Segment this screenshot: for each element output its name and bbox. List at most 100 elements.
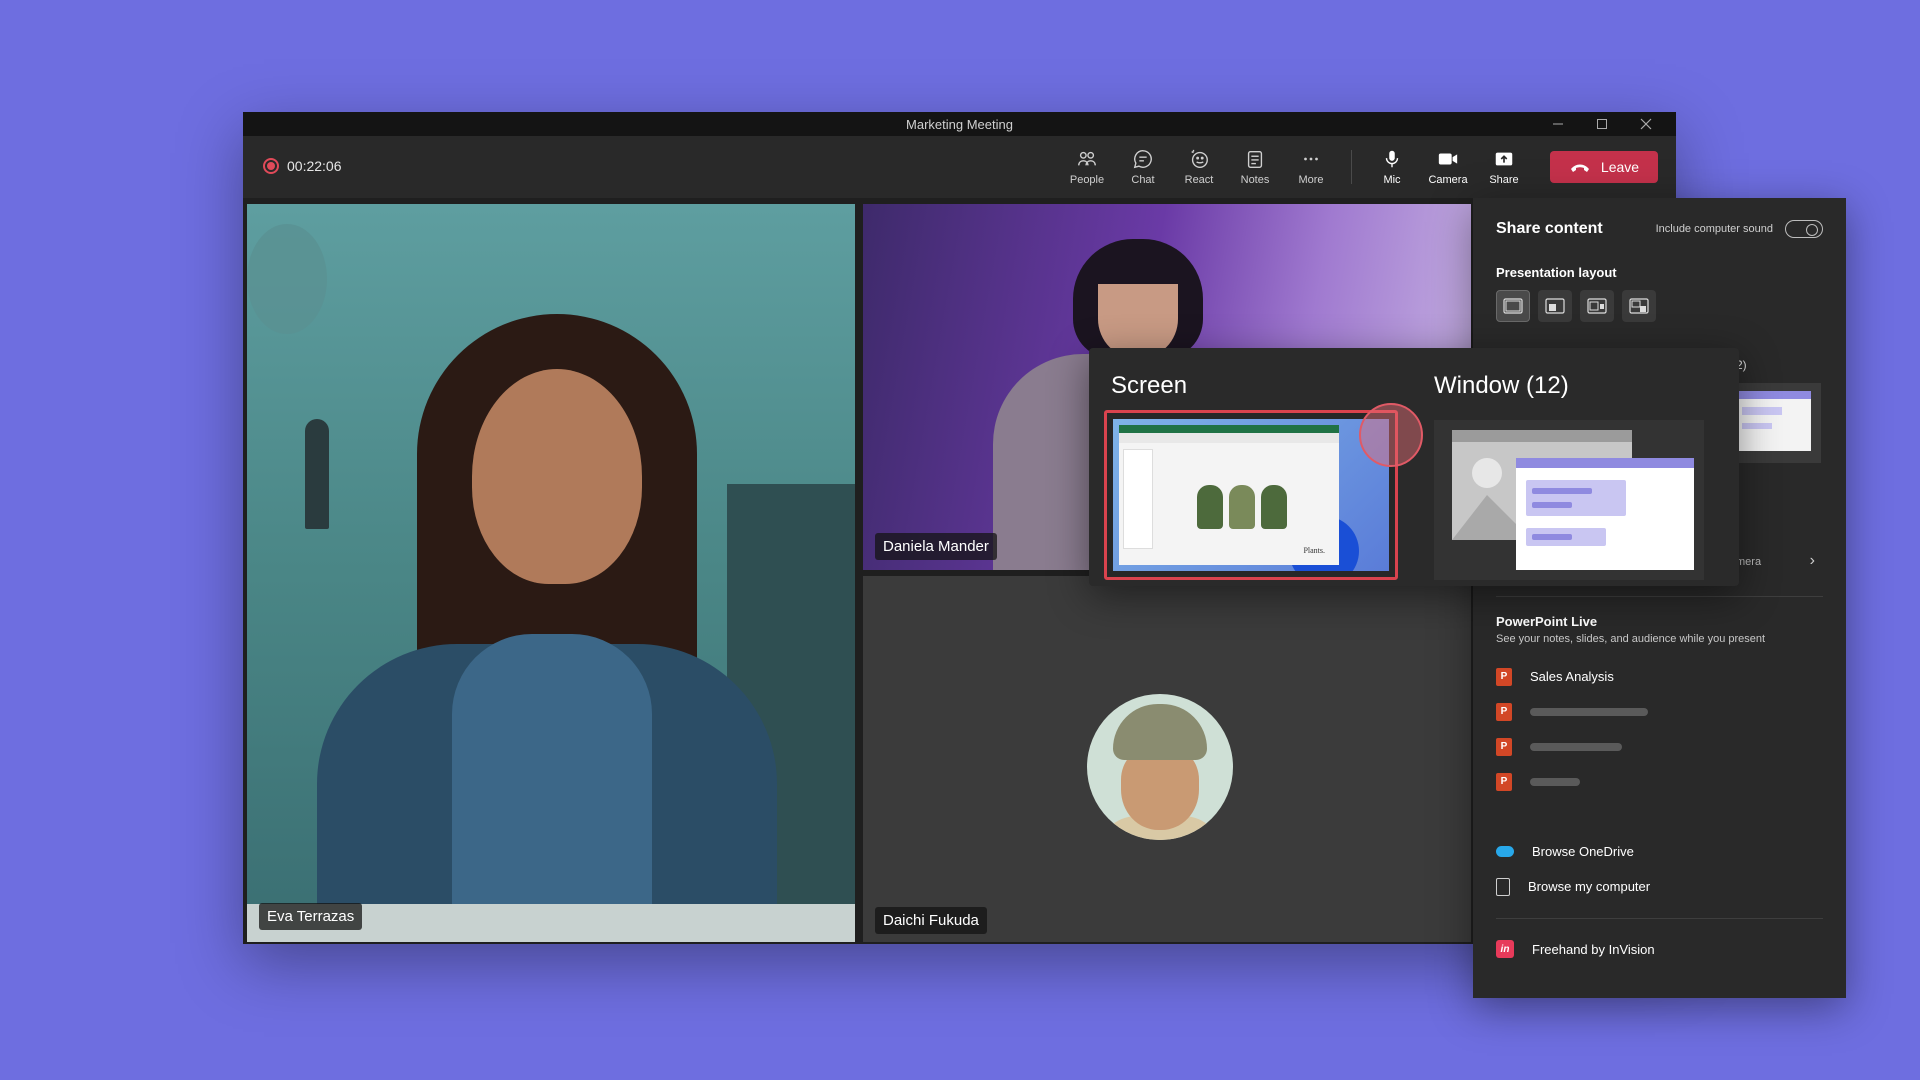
ppt-file-item-placeholder[interactable]: P: [1496, 694, 1823, 729]
mic-button[interactable]: Mic: [1364, 148, 1420, 186]
participant-avatar: [1087, 694, 1233, 840]
screen-section-label: Screen: [1111, 372, 1188, 399]
close-button[interactable]: [1626, 114, 1666, 134]
react-button[interactable]: React: [1171, 148, 1227, 186]
background-clock: [247, 224, 327, 334]
mic-label: Mic: [1383, 174, 1401, 186]
plant-image: [1197, 485, 1223, 529]
share-content-panel: Share content Include computer sound Pre…: [1473, 198, 1846, 998]
layout-side-by-side-icon: [1587, 298, 1607, 314]
maximize-icon: [1597, 119, 1607, 129]
powerpoint-file-list: P Sales Analysis P P P: [1496, 659, 1823, 799]
minimize-icon: [1553, 123, 1563, 125]
layout-reporter-button[interactable]: [1622, 290, 1656, 322]
camera-button[interactable]: Camera: [1420, 148, 1476, 186]
computer-icon: [1496, 877, 1510, 896]
mic-icon: [1385, 150, 1399, 168]
participant-shirt: [452, 634, 652, 942]
browse-computer-item[interactable]: Browse my computer: [1496, 869, 1823, 904]
participant-name-tag: Daichi Fukuda: [875, 907, 987, 934]
browse-computer-label: Browse my computer: [1528, 879, 1651, 894]
share-button[interactable]: Share: [1476, 148, 1532, 186]
avatar-hat: [1113, 704, 1207, 760]
presentation-layout-label: Presentation layout: [1496, 265, 1617, 280]
leave-button[interactable]: Leave: [1550, 151, 1658, 183]
powerpoint-live-section: PowerPoint Live See your notes, slides, …: [1496, 614, 1823, 799]
presentation-layout-options: [1496, 290, 1823, 322]
freehand-invision-label: Freehand by InVision: [1532, 941, 1655, 957]
share-panel-header: Share content Include computer sound: [1496, 220, 1823, 238]
background-vase: [305, 419, 329, 529]
more-label: More: [1298, 174, 1324, 186]
layout-reporter-icon: [1629, 298, 1649, 314]
section-divider: [1496, 596, 1823, 597]
toolbar-actions: People Chat React Notes More Mic Camera …: [1059, 136, 1658, 198]
hang-up-icon: [1570, 164, 1589, 172]
video-tile-eva[interactable]: Eva Terrazas: [247, 204, 855, 942]
camera-label: Camera: [1428, 174, 1468, 186]
ppt-file-item-placeholder[interactable]: P: [1496, 764, 1823, 799]
powerpoint-live-title: PowerPoint Live: [1496, 614, 1598, 629]
layout-standout-icon: [1545, 298, 1565, 314]
chevron-right-icon[interactable]: ›: [1810, 552, 1815, 570]
share-icon: [1495, 152, 1513, 166]
skeleton-text: [1530, 777, 1580, 786]
participant-name-tag: Eva Terrazas: [259, 903, 363, 930]
window-thumbnail[interactable]: [1434, 420, 1704, 580]
recording-icon: [263, 158, 279, 174]
window-section-label: Window (12): [1434, 372, 1569, 399]
share-label: Share: [1489, 174, 1519, 186]
include-sound-toggle[interactable]: [1785, 220, 1823, 238]
freehand-invision-item[interactable]: in Freehand by InVision: [1496, 940, 1655, 958]
participant-name-tag: Daniela Mander: [875, 533, 997, 560]
onedrive-icon: [1496, 846, 1514, 857]
screen-preview: Plants.: [1113, 419, 1389, 571]
layout-content-only-button[interactable]: [1496, 290, 1530, 322]
screen-thumb-caption: Plants.: [1303, 546, 1325, 555]
include-sound-row: Include computer sound: [1656, 220, 1823, 238]
window-controls: [1538, 114, 1666, 134]
minimize-button[interactable]: [1538, 114, 1578, 134]
browse-onedrive-item[interactable]: Browse OneDrive: [1496, 834, 1823, 869]
chat-button[interactable]: Chat: [1115, 148, 1171, 186]
leave-label: Leave: [1600, 159, 1640, 175]
notes-button[interactable]: Notes: [1227, 148, 1283, 186]
recording-indicator: 00:22:06: [263, 158, 342, 174]
people-icon: [1078, 151, 1096, 166]
react-label: React: [1184, 174, 1214, 186]
more-icon: [1304, 157, 1318, 161]
maximize-button[interactable]: [1582, 114, 1622, 134]
click-indicator: [1359, 403, 1423, 467]
people-button[interactable]: People: [1059, 148, 1115, 186]
screen-thumbnail[interactable]: Plants.: [1104, 410, 1398, 580]
preview-sidebar: [1123, 449, 1153, 549]
share-source-picker: Screen Window (12) Plants.: [1089, 348, 1739, 586]
ppt-file-item-placeholder[interactable]: P: [1496, 729, 1823, 764]
more-button[interactable]: More: [1283, 148, 1339, 186]
partial-window-thumbnail[interactable]: [1736, 383, 1821, 463]
window-title: Marketing Meeting: [906, 117, 1013, 132]
video-tile-daichi[interactable]: Daichi Fukuda: [863, 576, 1471, 942]
react-icon: [1191, 149, 1208, 168]
camera-icon: [1438, 153, 1458, 165]
chat-icon: [1133, 150, 1152, 169]
content-line: [1532, 502, 1572, 508]
invision-icon: in: [1496, 940, 1514, 958]
share-panel-title: Share content: [1496, 220, 1603, 237]
close-icon: [1640, 118, 1652, 130]
skeleton-text: [1530, 707, 1648, 716]
notes-icon: [1247, 150, 1263, 168]
skeleton-text: [1530, 742, 1622, 751]
powerpoint-icon: P: [1496, 772, 1512, 791]
ppt-file-name: Sales Analysis: [1530, 669, 1614, 684]
layout-standout-button[interactable]: [1538, 290, 1572, 322]
notes-label: Notes: [1240, 174, 1270, 186]
preview-toolbar: [1119, 433, 1339, 443]
meeting-toolbar: 00:22:06 People Chat React Notes More Mi…: [243, 136, 1676, 198]
plant-image: [1229, 485, 1255, 529]
ppt-file-item[interactable]: P Sales Analysis: [1496, 659, 1823, 694]
excel-ribbon: [1119, 425, 1339, 433]
content-line: [1532, 534, 1572, 540]
layout-side-by-side-button[interactable]: [1580, 290, 1614, 322]
screen-preview-document: Plants.: [1119, 425, 1339, 565]
